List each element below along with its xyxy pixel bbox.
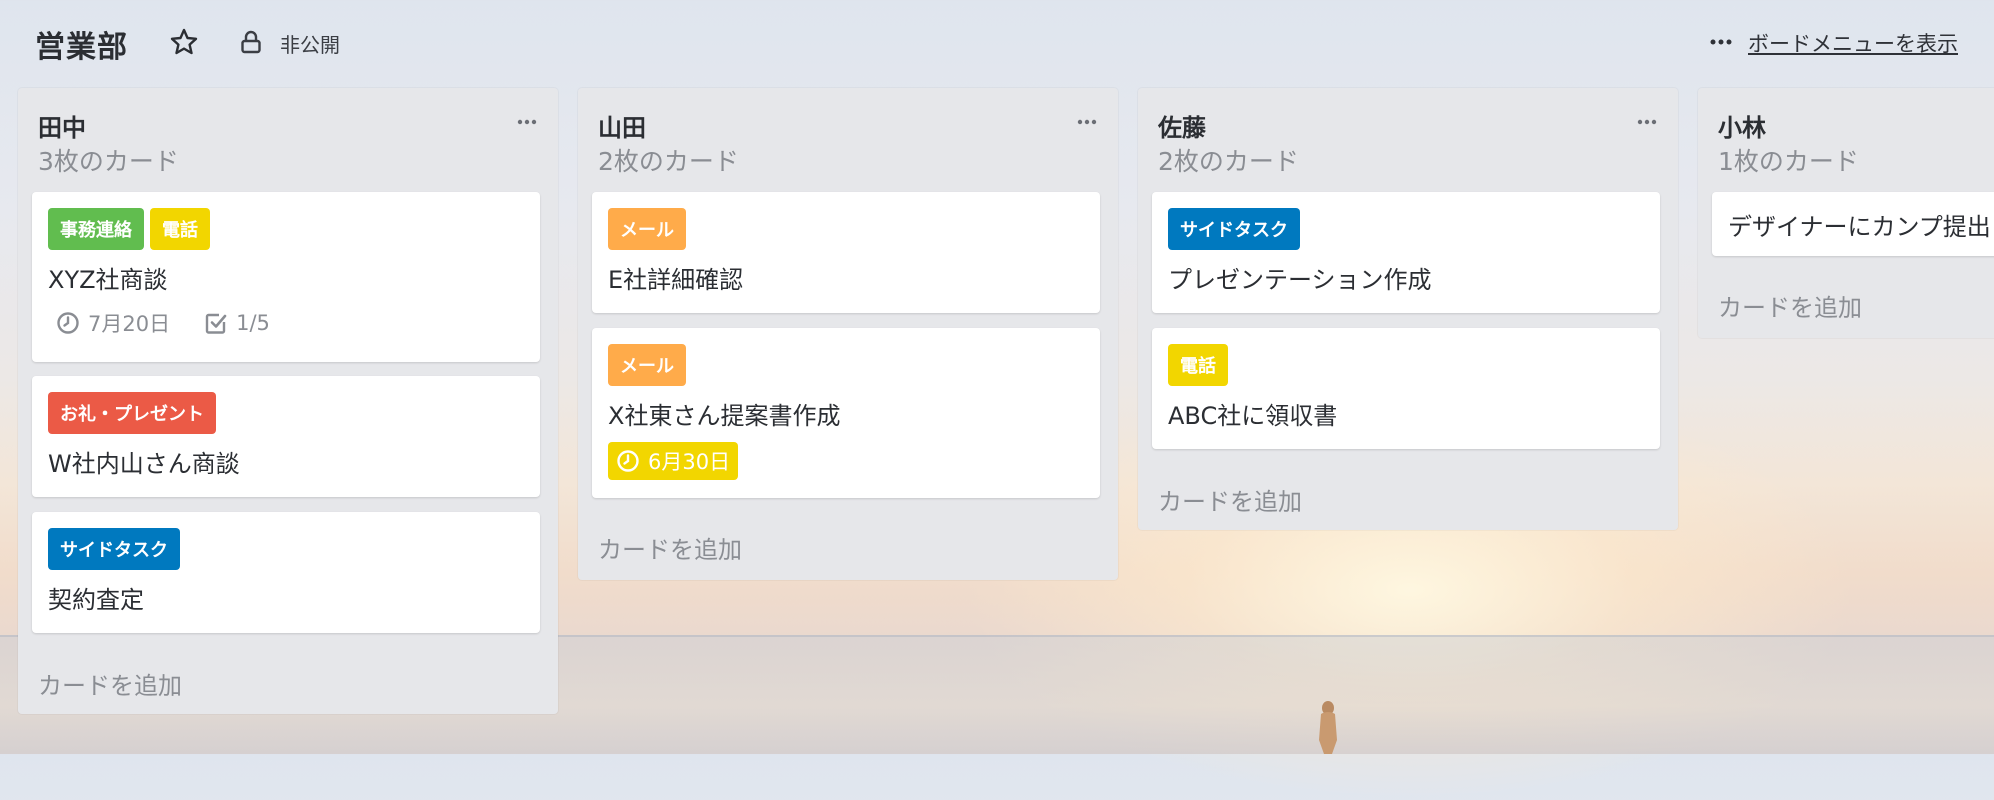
list-tanaka: 田中 3枚のカード 事務連絡 電話 XYZ社商談 7月20日 1/5 お礼・プレ… [18,88,558,714]
card-badges: 6月30日 [608,442,739,480]
list-menu-icon[interactable] [1074,110,1100,134]
card-title: 契約査定 [48,586,144,614]
card-labels: サイドタスク [48,528,180,570]
due-date-text: 7月20日 [88,312,171,336]
add-card-button[interactable]: カードを追加 [1718,288,1862,323]
add-card-button[interactable]: カードを追加 [1158,482,1302,517]
card-labels: 電話 [1168,344,1228,386]
card-labels: メール [608,208,686,250]
label-orange: メール [608,344,686,386]
card-title: W社内山さん商談 [48,450,240,478]
due-date-text: 6月30日 [648,450,731,474]
card[interactable]: 電話 ABC社に領収書 [1152,328,1660,449]
card[interactable]: お礼・プレゼント W社内山さん商談 [32,376,540,497]
label-orange: メール [608,208,686,250]
list-title[interactable]: 小林 [1718,108,1766,143]
card-title: プレゼンテーション作成 [1168,266,1432,294]
board-title[interactable]: 営業部 [35,22,128,66]
card[interactable]: サイドタスク プレゼンテーション作成 [1152,192,1660,313]
list-card-count: 3枚のカード [38,147,179,176]
more-dots-icon[interactable] [1706,28,1736,56]
card-title: X社東さん提案書作成 [608,402,841,430]
list-title[interactable]: 山田 [598,108,646,143]
card-title: XYZ社商談 [48,266,168,294]
clock-icon [617,450,639,472]
list-card-count: 1枚のカード [1718,147,1859,176]
show-board-menu-link[interactable]: ボードメニューを表示 [1748,28,1958,58]
card[interactable]: メール X社東さん提案書作成 6月30日 [592,328,1100,498]
card[interactable]: サイドタスク 契約査定 [32,512,540,633]
card-badges: 7月20日 1/5 [48,304,278,342]
checklist-text: 1/5 [236,311,270,335]
list-title[interactable]: 佐藤 [1158,108,1206,143]
label-blue: サイドタスク [1168,208,1300,250]
card[interactable]: 事務連絡 電話 XYZ社商談 7月20日 1/5 [32,192,540,362]
list-card-count: 2枚のカード [1158,147,1299,176]
label-yellow: 電話 [1168,344,1228,386]
card-labels: 事務連絡 電話 [48,208,210,250]
card-title: デザイナーにカンプ提出 [1728,213,1991,241]
visibility-button[interactable]: 非公開 [280,29,340,58]
card-title: E社詳細確認 [608,266,744,294]
lock-icon [241,30,261,54]
person-figure [1319,701,1337,754]
list-card-count: 2枚のカード [598,147,739,176]
card-labels: サイドタスク [1168,208,1300,250]
card[interactable]: デザイナーにカンプ提出 [1712,192,1994,256]
list-yamada: 山田 2枚のカード メール E社詳細確認 メール X社東さん提案書作成 6月30… [578,88,1118,580]
card[interactable]: メール E社詳細確認 [592,192,1100,313]
board-header: 営業部 非公開 ボードメニューを表示 [0,0,1994,84]
card-labels: メール [608,344,686,386]
list-menu-icon[interactable] [514,110,540,134]
due-date-badge: 7月20日 [48,304,178,342]
star-icon[interactable] [168,26,200,58]
list-menu-icon[interactable] [1634,110,1660,134]
card-labels: お礼・プレゼント [48,392,216,434]
list-kobayashi: 小林 1枚のカード デザイナーにカンプ提出 カードを追加 [1698,88,1994,338]
checklist-icon [205,313,227,334]
add-card-button[interactable]: カードを追加 [598,530,742,565]
due-date-badge: 6月30日 [608,442,739,480]
label-blue: サイドタスク [48,528,180,570]
add-card-button[interactable]: カードを追加 [38,666,182,701]
label-green: 事務連絡 [48,208,144,250]
clock-icon [57,312,79,334]
checklist-badge: 1/5 [196,304,278,342]
list-title[interactable]: 田中 [38,108,86,143]
card-title: ABC社に領収書 [1168,402,1338,430]
label-yellow: 電話 [150,208,210,250]
list-sato: 佐藤 2枚のカード サイドタスク プレゼンテーション作成 電話 ABC社に領収書… [1138,88,1678,530]
label-red: お礼・プレゼント [48,392,216,434]
